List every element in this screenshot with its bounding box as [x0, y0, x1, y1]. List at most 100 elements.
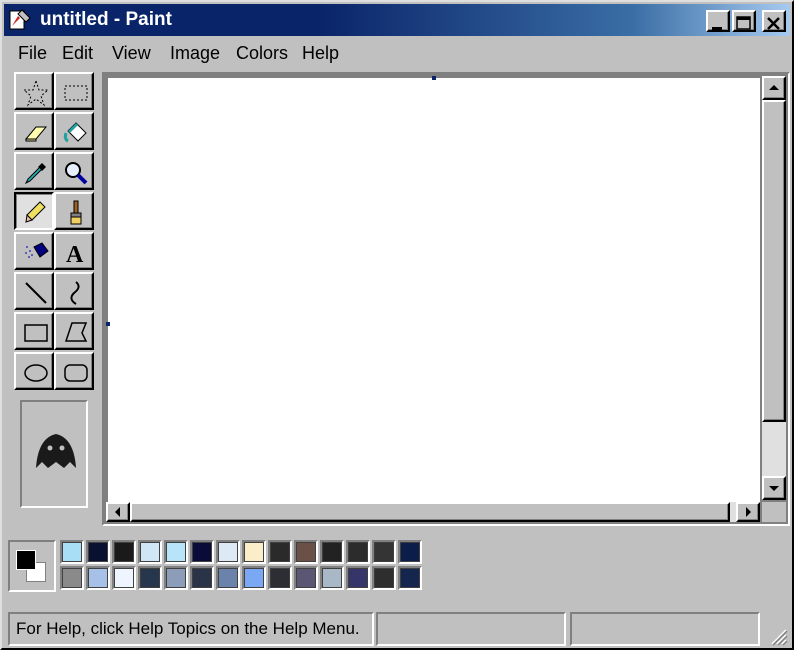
- palette-swatch[interactable]: [60, 540, 84, 564]
- swatch-color: [270, 542, 290, 562]
- resize-grip-icon[interactable]: [766, 624, 788, 646]
- tool-magnifier[interactable]: [54, 152, 94, 190]
- scroll-right-button[interactable]: [736, 502, 760, 522]
- palette-swatch[interactable]: [320, 566, 344, 590]
- menu-help[interactable]: Help: [302, 43, 339, 64]
- menu-view[interactable]: View: [112, 43, 151, 64]
- arrow-up-icon: [769, 85, 779, 90]
- airbrush-icon: [25, 242, 49, 258]
- tool-brush[interactable]: [54, 192, 94, 230]
- pencil-icon: [25, 201, 46, 223]
- tool-select[interactable]: [54, 72, 94, 110]
- tool-curve[interactable]: [54, 272, 94, 310]
- palette-swatch[interactable]: [294, 540, 318, 564]
- tool-line[interactable]: [14, 272, 54, 310]
- palette-swatch[interactable]: [164, 540, 188, 564]
- palette-swatch[interactable]: [60, 566, 84, 590]
- scroll-down-button[interactable]: [762, 476, 786, 500]
- paint-bucket-icon: [63, 122, 87, 143]
- palette-swatch[interactable]: [346, 566, 370, 590]
- tool-free-form-select[interactable]: [14, 72, 54, 110]
- palette-swatch[interactable]: [242, 566, 266, 590]
- paint-app-icon[interactable]: [8, 8, 32, 32]
- minimize-icon: [712, 27, 722, 30]
- tool-airbrush[interactable]: [14, 232, 54, 270]
- close-button[interactable]: [762, 10, 786, 32]
- resize-handle-top[interactable]: [432, 76, 436, 80]
- palette-swatch[interactable]: [372, 540, 396, 564]
- star-select-icon: [22, 79, 50, 107]
- swatch-color: [374, 542, 394, 562]
- swatch-color: [296, 542, 316, 562]
- palette-swatch[interactable]: [164, 566, 188, 590]
- text-icon: A: [66, 242, 84, 267]
- scroll-up-button[interactable]: [762, 76, 786, 100]
- palette-swatch[interactable]: [320, 540, 344, 564]
- palette-swatch[interactable]: [86, 540, 110, 564]
- palette-swatch[interactable]: [268, 566, 292, 590]
- tool-eraser[interactable]: [14, 112, 54, 150]
- swatch-color: [192, 568, 212, 588]
- swatch-color: [140, 542, 160, 562]
- palette-swatch[interactable]: [138, 540, 162, 564]
- swatch-color: [322, 542, 342, 562]
- minimize-button[interactable]: [706, 10, 730, 32]
- palette-swatch[interactable]: [112, 540, 136, 564]
- ghost-shape-icon: [36, 434, 76, 468]
- palette-swatch[interactable]: [190, 540, 214, 564]
- palette-swatch[interactable]: [242, 540, 266, 564]
- tool-options-box[interactable]: [20, 400, 88, 508]
- swatch-color: [62, 568, 82, 588]
- maximize-button[interactable]: [732, 10, 756, 32]
- swatch-color: [270, 568, 290, 588]
- swatch-color: [400, 542, 420, 562]
- resize-handle-left[interactable]: [106, 322, 110, 326]
- tool-ellipse[interactable]: [14, 352, 54, 390]
- title-bar[interactable]: untitled - Paint: [4, 4, 790, 36]
- swatch-color: [114, 568, 134, 588]
- horizontal-scroll-thumb[interactable]: [130, 502, 730, 522]
- tool-fill-with-color[interactable]: [54, 112, 94, 150]
- palette-swatch[interactable]: [216, 540, 240, 564]
- tool-rectangle[interactable]: [14, 312, 54, 350]
- status-size: [570, 612, 760, 646]
- tool-rounded-rectangle[interactable]: [54, 352, 94, 390]
- menu-bar: File Edit View Image Colors Help: [4, 38, 790, 68]
- palette-swatch[interactable]: [398, 566, 422, 590]
- palette-swatch[interactable]: [190, 566, 214, 590]
- foreground-color: [16, 550, 36, 570]
- palette-swatch[interactable]: [268, 540, 292, 564]
- vertical-scrollbar[interactable]: [762, 76, 786, 500]
- swatch-color: [140, 568, 160, 588]
- rectangle-icon: [24, 324, 48, 342]
- horizontal-scrollbar[interactable]: [106, 502, 760, 522]
- menu-edit[interactable]: Edit: [62, 43, 93, 64]
- palette-swatch[interactable]: [216, 566, 240, 590]
- magnifier-icon: [65, 162, 88, 185]
- status-position: [376, 612, 566, 646]
- vertical-scroll-thumb[interactable]: [762, 100, 786, 422]
- scroll-left-button[interactable]: [106, 502, 130, 522]
- palette-swatch[interactable]: [86, 566, 110, 590]
- tool-text[interactable]: A: [54, 232, 94, 270]
- tool-pencil[interactable]: [14, 192, 54, 230]
- palette-swatch[interactable]: [294, 566, 318, 590]
- current-colors[interactable]: [8, 540, 56, 592]
- palette-swatch[interactable]: [112, 566, 136, 590]
- swatch-color: [62, 542, 82, 562]
- swatch-color: [244, 568, 264, 588]
- palette-swatch[interactable]: [138, 566, 162, 590]
- swatch-color: [348, 542, 368, 562]
- palette-swatch[interactable]: [372, 566, 396, 590]
- tool-pick-color[interactable]: [14, 152, 54, 190]
- menu-colors[interactable]: Colors: [236, 43, 288, 64]
- menu-image[interactable]: Image: [170, 43, 220, 64]
- drawing-canvas[interactable]: [108, 78, 760, 506]
- palette-swatch[interactable]: [398, 540, 422, 564]
- swatch-color: [218, 542, 238, 562]
- palette-swatch[interactable]: [346, 540, 370, 564]
- menu-file[interactable]: File: [18, 43, 47, 64]
- status-help-text: For Help, click Help Topics on the Help …: [8, 612, 374, 646]
- swatch-color: [322, 568, 342, 588]
- tool-polygon[interactable]: [54, 312, 94, 350]
